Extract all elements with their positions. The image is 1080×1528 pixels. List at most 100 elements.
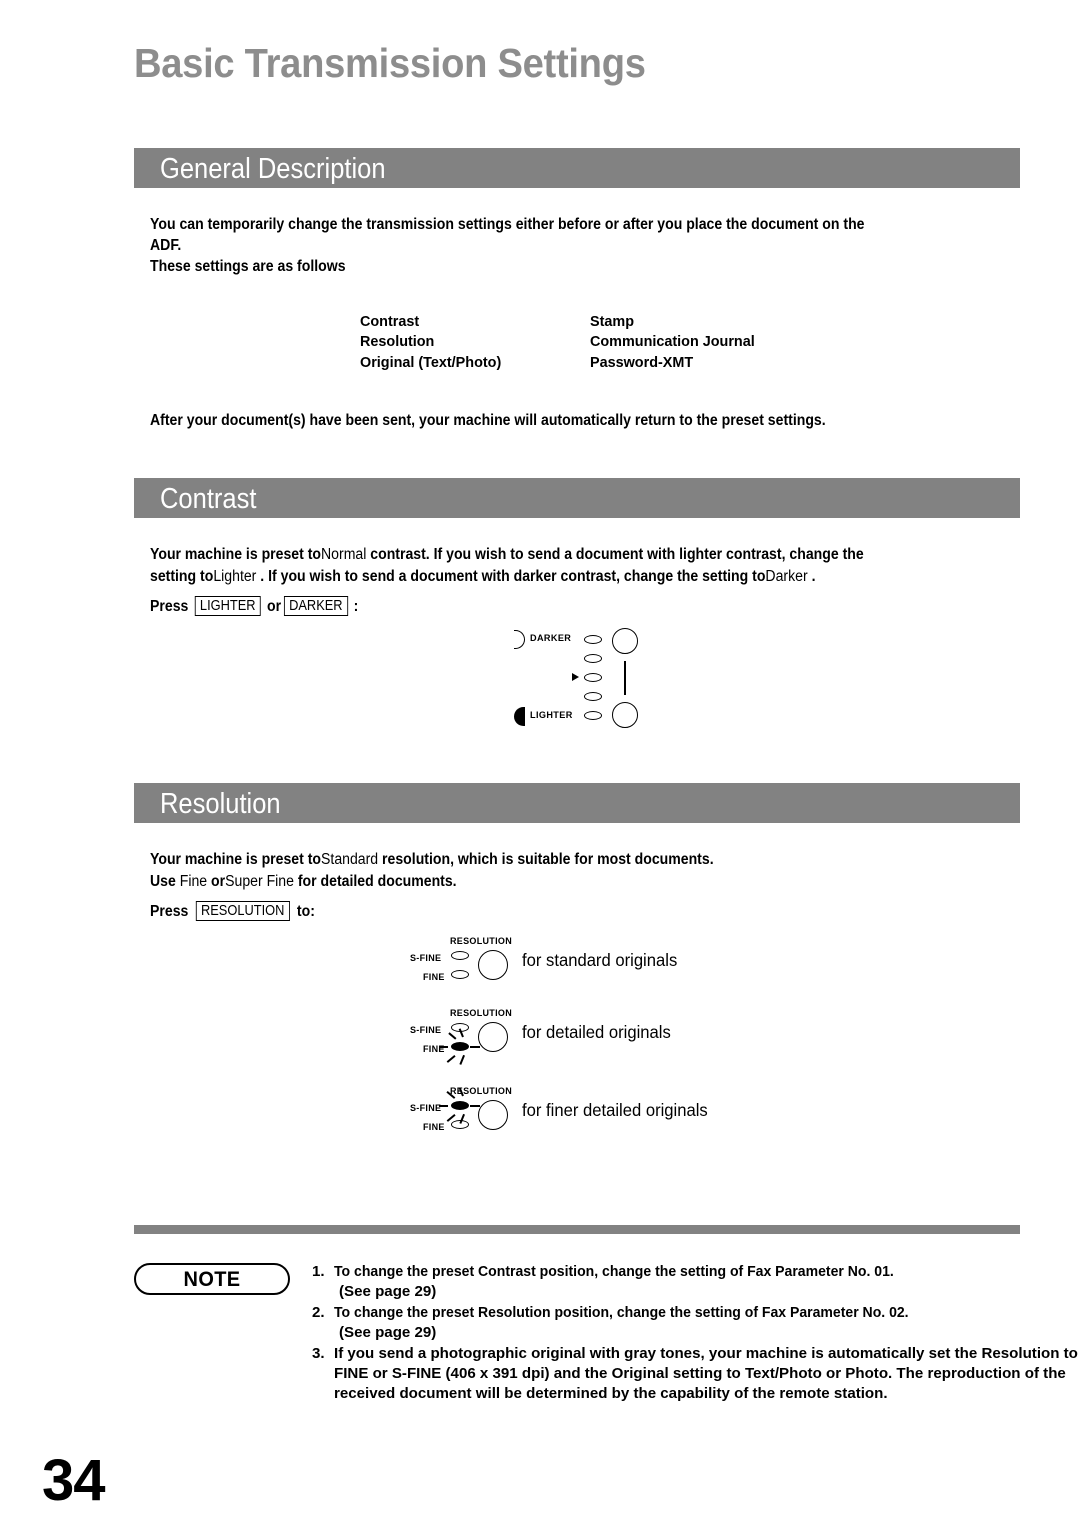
note-text: To change the preset Resolution position…: [334, 1303, 909, 1321]
panel-divider-line: [624, 661, 626, 695]
contrast-line-2-c: . If you wish to send a document with da…: [260, 568, 766, 585]
note-number: 2.: [312, 1303, 325, 1321]
resolution-panel-super-fine: RESOLUTION S-FINE FINE for finer detaile…: [410, 1086, 890, 1146]
to-label: to:: [296, 903, 315, 920]
sfine-led-label: S-FINE: [410, 1103, 442, 1113]
note-number: 1.: [312, 1263, 325, 1280]
darker-button[interactable]: [612, 628, 638, 654]
note-text-wrapper: To change the preset Resolution position…: [334, 1303, 1080, 1344]
press-label: Press: [150, 598, 189, 615]
contrast-line-1-c: contrast. If you wish to send a document…: [370, 546, 864, 563]
press-label: Press: [150, 903, 189, 920]
setting-name: Resolution: [360, 334, 435, 351]
contrast-led: [584, 635, 602, 644]
led-ray-icon: [459, 1054, 465, 1065]
list-item: Contrast Stamp: [360, 312, 755, 332]
note-subtext: (See page 29): [339, 1324, 437, 1342]
general-intro-line-3: These settings are as follows: [150, 258, 346, 275]
sfine-led: [451, 951, 469, 960]
section-band-contrast: Contrast: [134, 478, 1020, 518]
list-item: 2. To change the preset Resolution posit…: [312, 1303, 1080, 1344]
resolution-line-2-e: for detailed documents.: [297, 873, 457, 890]
fine-led-lit: [451, 1042, 469, 1051]
general-closing-text: After your document(s) have been sent, y…: [150, 412, 826, 429]
resolution-value-standard: Standard: [321, 851, 379, 868]
list-item: 3. If you send a photographic original w…: [312, 1344, 1080, 1405]
setting-name: Communication Journal: [590, 334, 755, 351]
led-ray-icon: [439, 1105, 448, 1107]
setting-name: Original (Text/Photo): [360, 354, 502, 371]
contrast-line-2-e: .: [811, 568, 816, 585]
contrast-value-normal: Normal: [321, 546, 367, 563]
note-text-wrapper: To change the preset Contrast position, …: [334, 1262, 1080, 1303]
key-lighter[interactable]: LIGHTER: [194, 596, 261, 616]
note-text: If you send a photographic original with…: [334, 1344, 1078, 1403]
lighter-button[interactable]: [612, 702, 638, 728]
key-darker[interactable]: DARKER: [283, 596, 348, 616]
resolution-panel-fine: RESOLUTION S-FINE FINE for detailed orig…: [410, 1008, 890, 1068]
contrast-line-2: setting toLighter . If you wish to send …: [150, 566, 815, 587]
list-item: 1. To change the preset Contrast positio…: [312, 1262, 1080, 1303]
settings-list: Contrast Stamp Resolution Communication …: [360, 312, 755, 373]
section-band-general-description: General Description: [134, 148, 1020, 188]
contrast-line-1-a: Your machine is preset to: [150, 546, 322, 563]
key-resolution[interactable]: RESOLUTION: [195, 901, 290, 921]
note-text: To change the preset Contrast position, …: [334, 1263, 894, 1280]
contrast-value-lighter: Lighter: [213, 568, 257, 585]
setting-name: Stamp: [590, 314, 634, 330]
setting-name: Password-XMT: [590, 354, 694, 371]
note-number: 3.: [312, 1344, 325, 1362]
resolution-line-2-a: Use: [150, 873, 176, 890]
led-ray-icon: [446, 1054, 456, 1063]
contrast-line-2-a: setting to: [150, 568, 214, 585]
contrast-led: [584, 654, 602, 663]
section-heading-resolution: Resolution: [160, 788, 281, 820]
contrast-led: [584, 692, 602, 701]
resolution-button[interactable]: [478, 1022, 508, 1052]
general-intro-line-2: ADF.: [150, 237, 182, 254]
fine-led: [451, 970, 469, 979]
darker-half-moon-icon: [514, 630, 525, 649]
led-ray-icon: [439, 1046, 448, 1048]
resolution-panel-standard: RESOLUTION S-FINE FINE for standard orig…: [410, 936, 890, 996]
sfine-led-label: S-FINE: [410, 953, 442, 963]
resolution-panel-label: RESOLUTION: [450, 1008, 513, 1018]
section-heading-general-description: General Description: [160, 153, 386, 185]
note-badge-label: NOTE: [183, 1268, 241, 1291]
sfine-led-lit: [451, 1101, 469, 1110]
or-label: or: [211, 873, 226, 890]
contrast-panel-diagram: DARKER LIGHTER: [508, 628, 638, 730]
contrast-line-1: Your machine is preset toNormal contrast…: [150, 544, 864, 565]
sfine-led-label: S-FINE: [410, 1025, 442, 1035]
resolution-panel-caption: for standard originals: [522, 950, 678, 970]
fine-led-label: FINE: [423, 972, 445, 982]
resolution-button[interactable]: [478, 950, 508, 980]
note-list: 1. To change the preset Contrast positio…: [312, 1262, 1080, 1405]
page-number: 34: [42, 1448, 106, 1513]
resolution-line-2: Use Fine orSuper Fine for detailed docum…: [150, 871, 457, 892]
contrast-led: [584, 711, 602, 720]
resolution-line-1: Your machine is preset toStandard resolu…: [150, 849, 714, 870]
led-ray-icon: [470, 1105, 480, 1107]
resolution-line-1-a: Your machine is preset to: [150, 851, 322, 868]
resolution-button[interactable]: [478, 1100, 508, 1130]
list-item: Original (Text/Photo) Password-XMT: [360, 353, 755, 373]
resolution-value-super-fine: Super Fine: [225, 873, 294, 890]
section-heading-contrast: Contrast: [160, 483, 257, 515]
resolution-panel-label: RESOLUTION: [450, 936, 513, 946]
note-subtext: (See page 29): [339, 1283, 437, 1301]
contrast-press-instruction: Press LIGHTER or DARKER :: [150, 596, 358, 617]
general-intro-line-1: You can temporarily change the transmiss…: [150, 216, 865, 233]
resolution-panel-caption: for finer detailed originals: [522, 1100, 708, 1120]
resolution-panel-caption: for detailed originals: [522, 1022, 671, 1042]
led-ray-icon: [470, 1046, 480, 1048]
lighter-led-label: LIGHTER: [530, 710, 573, 721]
fine-led-label: FINE: [423, 1122, 445, 1132]
led-ray-icon: [448, 1032, 457, 1040]
page-title: Basic Transmission Settings: [134, 40, 646, 86]
note-divider: [134, 1225, 1020, 1234]
lighter-half-moon-icon: [514, 707, 525, 726]
setting-name: Contrast: [360, 314, 420, 330]
darker-led-label: DARKER: [530, 633, 572, 644]
colon-label: :: [353, 598, 359, 615]
